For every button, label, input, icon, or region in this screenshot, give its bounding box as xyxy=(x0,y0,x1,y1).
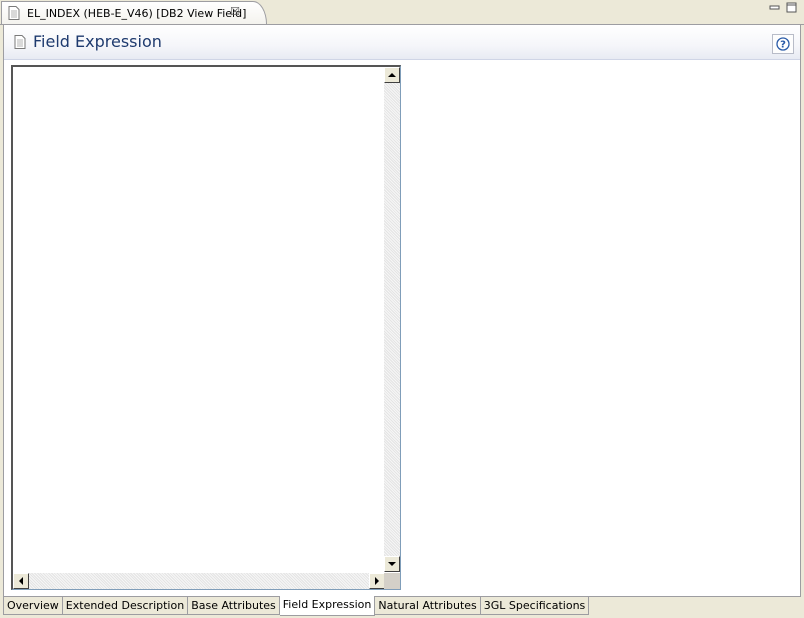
help-icon: ? xyxy=(776,37,790,51)
close-icon[interactable]: ☒ xyxy=(229,6,241,18)
arrow-down-icon xyxy=(388,562,396,566)
editor-tab-strip: EL_INDEX (HEB-E_V46) [DB2 View Field] ☒ xyxy=(0,0,804,25)
arrow-up-icon xyxy=(388,73,396,77)
editor-body: Field Expression ? xyxy=(3,25,801,596)
editor-tab-title: EL_INDEX (HEB-E_V46) [DB2 View Field] xyxy=(27,7,247,20)
scroll-left-button[interactable] xyxy=(13,573,29,589)
minimize-icon[interactable] xyxy=(769,2,780,13)
tab-natural-attributes[interactable]: Natural Attributes xyxy=(375,597,481,615)
editor-tab[interactable]: EL_INDEX (HEB-E_V46) [DB2 View Field] ☒ xyxy=(1,1,267,24)
scrollbar-corner xyxy=(384,573,400,589)
tab-base-attributes[interactable]: Base Attributes xyxy=(188,597,280,615)
maximize-icon[interactable] xyxy=(786,2,797,13)
form-header: Field Expression ? xyxy=(4,25,800,60)
field-expression-textarea[interactable] xyxy=(11,65,401,590)
svg-text:?: ? xyxy=(780,40,786,51)
page-tabs: Overview Extended Description Base Attri… xyxy=(3,596,801,618)
tab-3gl-specifications[interactable]: 3GL Specifications xyxy=(480,597,590,615)
tab-overview[interactable]: Overview xyxy=(3,597,63,615)
horizontal-scrollbar[interactable] xyxy=(13,573,385,589)
scroll-up-button[interactable] xyxy=(384,67,400,83)
page-title: Field Expression xyxy=(33,32,162,51)
arrow-left-icon xyxy=(19,577,23,585)
vertical-scrollbar[interactable] xyxy=(384,67,400,572)
tab-extended-description[interactable]: Extended Description xyxy=(62,597,189,615)
help-button[interactable]: ? xyxy=(772,34,794,54)
document-icon xyxy=(14,35,26,52)
arrow-right-icon xyxy=(375,577,379,585)
scroll-right-button[interactable] xyxy=(369,573,385,589)
document-icon xyxy=(8,6,20,23)
scroll-down-button[interactable] xyxy=(384,556,400,572)
tab-field-expression[interactable]: Field Expression xyxy=(279,596,376,616)
